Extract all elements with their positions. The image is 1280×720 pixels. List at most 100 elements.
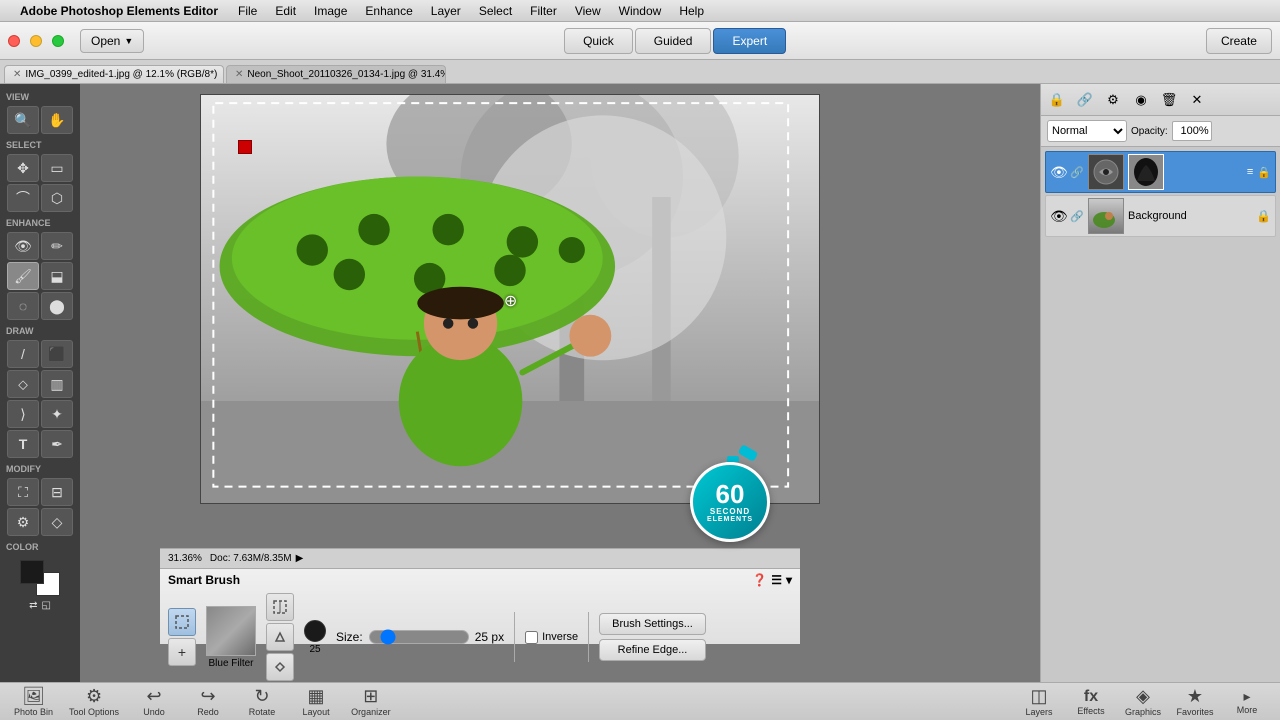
- menu-image[interactable]: Image: [306, 2, 355, 20]
- paint-bucket-tool[interactable]: ⬦: [7, 370, 39, 398]
- refine-edge-button[interactable]: Refine Edge...: [599, 639, 706, 661]
- text-tool[interactable]: T: [7, 430, 39, 458]
- text-tools-row: T ✒: [2, 430, 78, 458]
- settings-icon-button[interactable]: ⚙: [1101, 88, 1125, 112]
- quick-select-tool[interactable]: ⬡: [41, 184, 73, 212]
- spot-heal-tool[interactable]: ✏: [41, 232, 73, 260]
- menu-layer[interactable]: Layer: [423, 2, 469, 20]
- swap-colors-icon[interactable]: ⇄: [29, 600, 37, 611]
- undo-button[interactable]: ↩ Undo: [129, 684, 179, 719]
- help-icon[interactable]: ❓: [752, 573, 767, 587]
- hand-tool[interactable]: ✋: [41, 106, 73, 134]
- layers-panel-button[interactable]: ◫ Layers: [1014, 684, 1064, 719]
- expand-icon[interactable]: ▾: [786, 573, 792, 587]
- brush-tool[interactable]: /: [7, 340, 39, 368]
- menu-file[interactable]: File: [230, 2, 265, 20]
- move-tool[interactable]: ✥: [7, 154, 39, 182]
- color-section: ⇄ ◱: [2, 560, 78, 611]
- layer-mask-thumbnail[interactable]: [1128, 154, 1164, 190]
- list-icon[interactable]: ☰: [771, 573, 782, 587]
- foreground-color-swatch[interactable]: [20, 560, 44, 584]
- sponge-tool[interactable]: ⬤: [41, 292, 73, 320]
- layer-item-bluefilter[interactable]: 👁 🔗: [1045, 151, 1276, 193]
- smart-brush-tool[interactable]: 🖌: [7, 262, 39, 290]
- size-slider[interactable]: [369, 630, 469, 644]
- menubar: Adobe Photoshop Elements Editor File Edi…: [0, 0, 1280, 22]
- brush-preview[interactable]: [206, 606, 256, 656]
- tab-close-icon[interactable]: ✕: [235, 69, 243, 80]
- new-selection-button[interactable]: [168, 608, 196, 636]
- sub-brush-btn3[interactable]: [266, 653, 294, 681]
- tab-close-icon[interactable]: ✕: [13, 69, 21, 80]
- quick-mode-button[interactable]: Quick: [564, 28, 633, 54]
- open-dropdown-icon[interactable]: ▼: [124, 36, 133, 46]
- menu-help[interactable]: Help: [671, 2, 712, 20]
- redo-button[interactable]: ↪ Redo: [183, 684, 233, 719]
- inverse-checkbox[interactable]: [525, 631, 538, 644]
- layout-button[interactable]: ▦ Layout: [291, 684, 341, 719]
- opacity-input[interactable]: [1172, 121, 1212, 141]
- add-selection-button[interactable]: +: [168, 638, 196, 666]
- sub-brush-btn2[interactable]: [266, 623, 294, 651]
- blend-mode-select[interactable]: Normal Multiply Screen Overlay: [1047, 120, 1127, 142]
- layer-visibility-icon[interactable]: 👁: [1050, 164, 1066, 181]
- effects-panel-button[interactable]: fx Effects: [1066, 686, 1116, 718]
- menu-window[interactable]: Window: [611, 2, 670, 20]
- expert-mode-button[interactable]: Expert: [713, 28, 786, 54]
- organizer-button[interactable]: ⊞ Organizer: [345, 684, 397, 719]
- menu-enhance[interactable]: Enhance: [357, 2, 420, 20]
- more-panel-button[interactable]: ▸ More: [1222, 686, 1272, 717]
- favorites-panel-button[interactable]: ★ Favorites: [1170, 684, 1220, 719]
- delete-icon-button[interactable]: 🗑: [1157, 88, 1181, 112]
- minimize-button[interactable]: [30, 35, 42, 47]
- sb-controls: + Blue Filter: [168, 593, 792, 681]
- undo-label: Undo: [143, 707, 165, 717]
- gradient-tool[interactable]: ▥: [41, 370, 73, 398]
- zoom-tool[interactable]: 🔍: [7, 106, 39, 134]
- rotate-button[interactable]: ↻ Rotate: [237, 684, 287, 719]
- menu-view[interactable]: View: [567, 2, 609, 20]
- heal-tool[interactable]: ✦: [41, 400, 73, 428]
- options-tool[interactable]: ⚙: [7, 508, 39, 536]
- tab-img0399[interactable]: ✕ IMG_0399_edited-1.jpg @ 12.1% (RGB/8*): [4, 65, 224, 83]
- layer-item-background[interactable]: 👁 🔗: [1045, 195, 1276, 237]
- view-icon-button[interactable]: ◉: [1129, 88, 1153, 112]
- pen-tool[interactable]: ✒: [41, 430, 73, 458]
- brush-settings-button[interactable]: Brush Settings...: [599, 613, 706, 635]
- rect-select-tool[interactable]: ▭: [41, 154, 73, 182]
- recompose-tool[interactable]: ⊟: [41, 478, 73, 506]
- badge-second-label: SECOND: [710, 507, 750, 516]
- tab-neon[interactable]: ✕ Neon_Shoot_20110326_0134-1.jpg @ 31.4%…: [226, 65, 446, 83]
- clone-tool[interactable]: ⬓: [41, 262, 73, 290]
- cookie-cutter-tool[interactable]: ◇: [41, 508, 73, 536]
- status-arrow-icon[interactable]: ▶: [296, 553, 304, 564]
- tool-options-button[interactable]: ⚙ Tool Options: [63, 684, 125, 719]
- default-colors-icon[interactable]: ◱: [41, 600, 50, 611]
- eyedropper-tool[interactable]: ⟩: [7, 400, 39, 428]
- canvas-container[interactable]: ⊕: [200, 94, 820, 504]
- lasso-tool[interactable]: ⌒: [7, 184, 39, 212]
- maximize-button[interactable]: [52, 35, 64, 47]
- create-button[interactable]: Create: [1206, 28, 1272, 54]
- redo-label: Redo: [197, 707, 219, 717]
- graphics-panel-button[interactable]: ◈ Graphics: [1118, 684, 1168, 719]
- close-button[interactable]: [8, 35, 20, 47]
- layer-visibility-icon[interactable]: 👁: [1050, 208, 1066, 225]
- layer-options-icon[interactable]: 🔒: [1257, 166, 1271, 179]
- open-button[interactable]: Open ▼: [80, 29, 144, 53]
- lock-icon-button[interactable]: 🔒: [1045, 88, 1069, 112]
- eraser-tool[interactable]: ⬛: [41, 340, 73, 368]
- menu-edit[interactable]: Edit: [267, 2, 304, 20]
- blur-tool[interactable]: ◌: [7, 292, 39, 320]
- guided-mode-button[interactable]: Guided: [635, 28, 712, 54]
- close-panel-icon-button[interactable]: ✕: [1185, 88, 1209, 112]
- menu-filter[interactable]: Filter: [522, 2, 565, 20]
- crop-tool[interactable]: ⛶: [7, 478, 39, 506]
- eye-tool[interactable]: 👁: [7, 232, 39, 260]
- menu-select[interactable]: Select: [471, 2, 520, 20]
- color-swatches[interactable]: [20, 560, 60, 596]
- sub-brush-btn1[interactable]: [266, 593, 294, 621]
- inverse-label: Inverse: [542, 631, 578, 643]
- photo-bin-button[interactable]: 🖼 Photo Bin: [8, 684, 59, 719]
- link-icon-button[interactable]: 🔗: [1073, 88, 1097, 112]
